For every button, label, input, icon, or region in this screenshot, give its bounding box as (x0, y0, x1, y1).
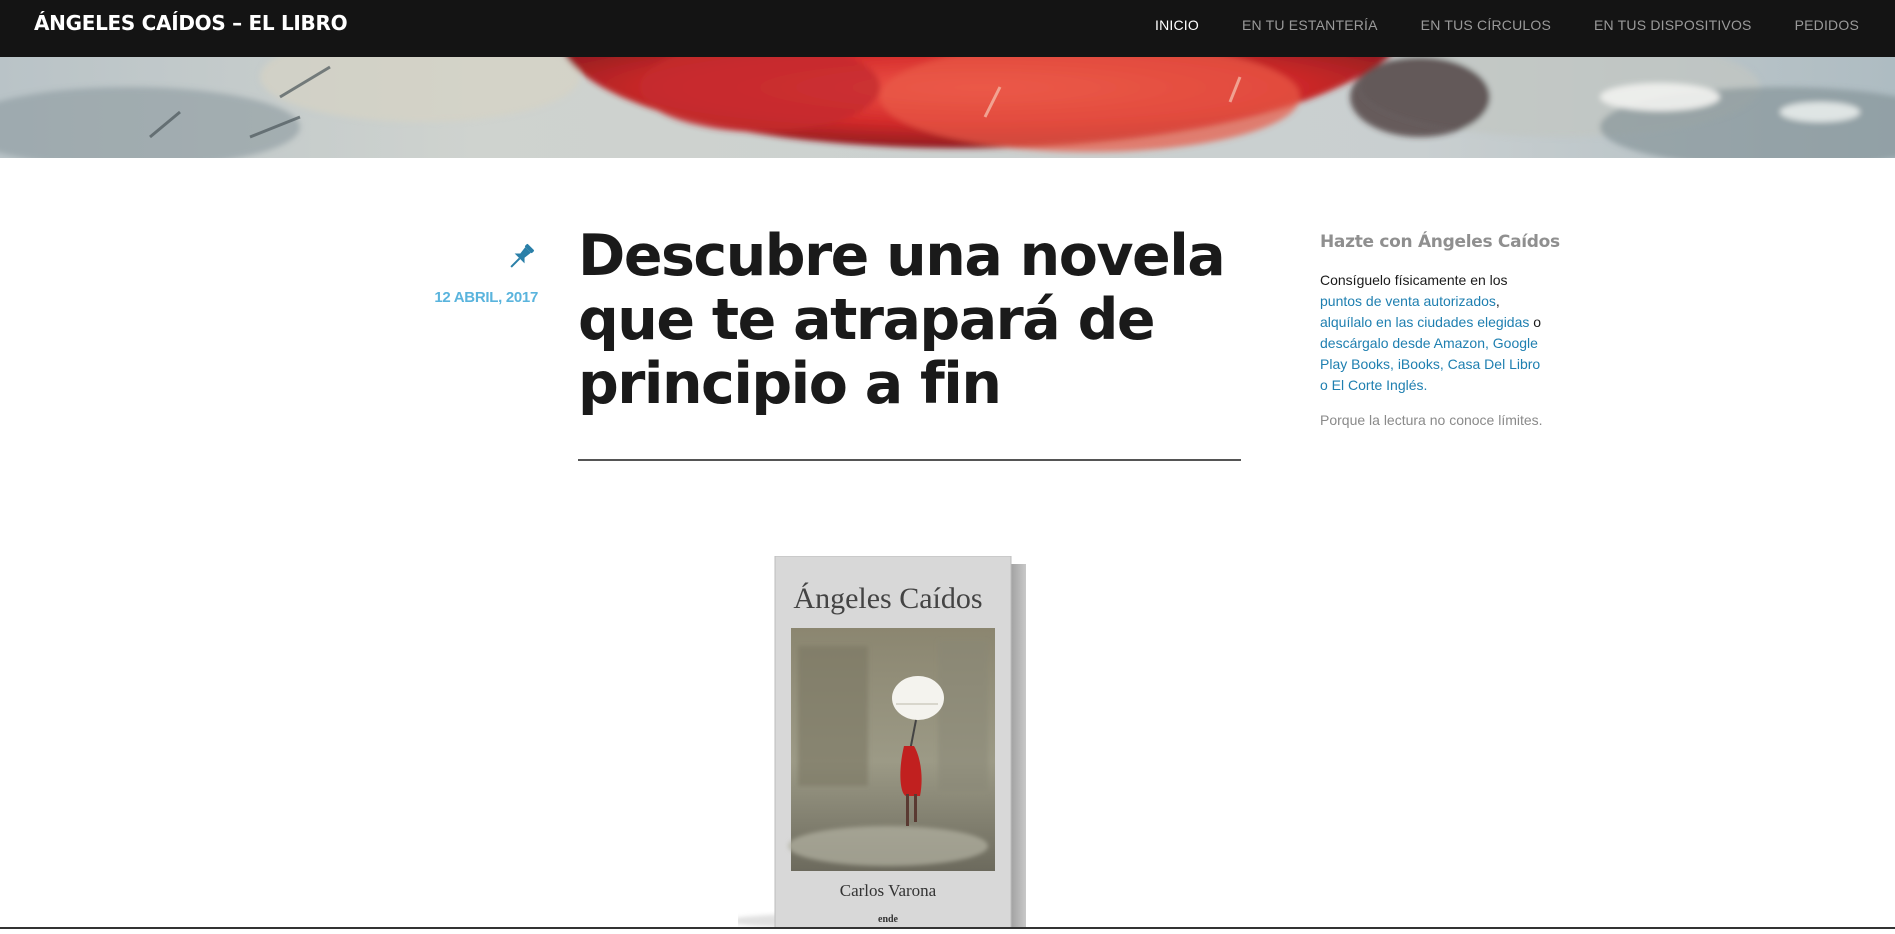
sidebar-widget: Hazte con Ángeles Caídos Consíguelo físi… (1320, 232, 1560, 431)
widget-intro-text: Consíguelo físicamente en los (1320, 272, 1508, 288)
entry-meta: 12 ABRIL, 2017 (400, 240, 538, 306)
nav-item-inicio[interactable]: INICIO (1155, 17, 1199, 33)
book-cover-author: Carlos Varona (840, 881, 937, 900)
widget-title: Hazte con Ángeles Caídos (1320, 232, 1560, 252)
nav-item-en-tus-dispositivos[interactable]: EN TUS DISPOSITIVOS (1594, 17, 1752, 33)
link-puntos-de-venta[interactable]: puntos de venta autorizados (1320, 293, 1496, 309)
title-divider (578, 459, 1241, 461)
link-alquilalo[interactable]: alquílalo en las ciudades elegidas (1320, 314, 1529, 330)
book-cover-image: Ángeles Caídos Carlos Varona ende (728, 555, 1038, 930)
header-image (0, 57, 1895, 158)
link-descargalo[interactable]: descárgalo desde Amazon, Google Play Boo… (1320, 335, 1540, 393)
widget-note: Porque la lectura no conoce límites. (1320, 412, 1543, 428)
book-cover-publisher: ende (878, 914, 899, 925)
widget-text: Consíguelo físicamente en los puntos de … (1320, 270, 1550, 396)
widget-or: o (1529, 314, 1542, 330)
header-painting (0, 57, 1895, 158)
main-navigation: INICIO EN TU ESTANTERÍA EN TUS CÍRCULOS … (1155, 17, 1859, 33)
site-header: ÁNGELES CAÍDOS – EL LIBRO INICIO EN TU E… (0, 0, 1895, 57)
book-cover-title: Ángeles Caídos (793, 582, 982, 615)
nav-item-en-tu-estanteria[interactable]: EN TU ESTANTERÍA (1242, 17, 1378, 33)
widget-comma: , (1495, 293, 1500, 309)
nav-item-en-tus-circulos[interactable]: EN TUS CÍRCULOS (1421, 17, 1551, 33)
post-title: Descubre una novela que te atrapará de p… (578, 223, 1226, 417)
nav-item-pedidos[interactable]: PEDIDOS (1795, 17, 1859, 33)
site-title-link[interactable]: ÁNGELES CAÍDOS – EL LIBRO (34, 11, 348, 35)
post-date-link[interactable]: 12 ABRIL, 2017 (400, 289, 538, 306)
pushpin-icon (504, 240, 538, 274)
